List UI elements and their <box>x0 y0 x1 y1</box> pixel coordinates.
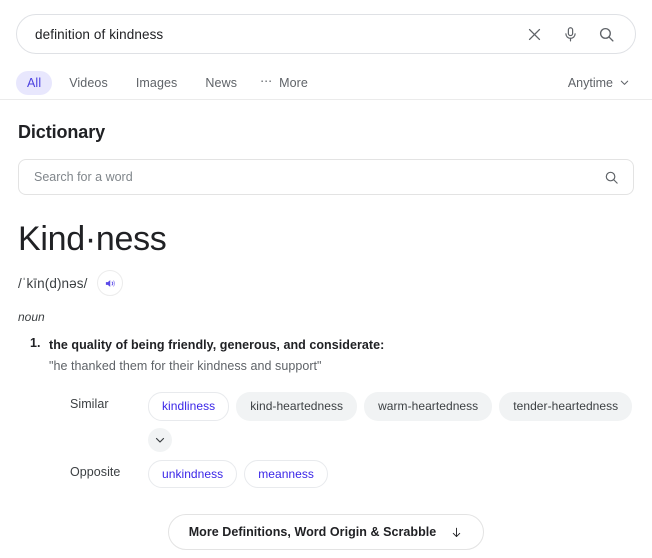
microphone-icon[interactable] <box>557 21 583 47</box>
tab-list: All Videos Images News ⋯ More <box>16 70 568 95</box>
word-search-input[interactable] <box>32 169 601 185</box>
definition-body: the quality of being friendly, generous,… <box>49 336 634 376</box>
similar-label: Similar <box>70 396 109 411</box>
more-definitions-wrap: More Definitions, Word Origin & Scrabble <box>18 514 634 551</box>
dictionary-panel: Dictionary Kind·ness /ˈkīn(d)nəs/ noun 1… <box>0 122 652 551</box>
opposite-label: Opposite <box>70 464 121 479</box>
ellipsis-icon: ⋯ <box>260 73 274 88</box>
chip-kind-heartedness[interactable]: kind-heartedness <box>236 391 358 421</box>
search-icon[interactable] <box>601 167 621 187</box>
pronunciation-text: /ˈkīn(d)nəs/ <box>18 275 88 291</box>
chip-tender-heartedness[interactable]: tender-heartedness <box>499 391 633 421</box>
definition-example: "he thanked them for their kindness and … <box>49 358 322 373</box>
chip-meanness[interactable]: meanness <box>244 459 328 489</box>
chevron-down-icon <box>620 80 629 85</box>
more-definitions-button[interactable]: More Definitions, Word Origin & Scrabble <box>167 514 485 551</box>
tab-images[interactable]: Images <box>125 71 189 95</box>
top-search-bar: definition of kindness <box>0 0 652 54</box>
similar-row: Similar kindliness kind-heartedness warm… <box>18 391 634 452</box>
tabs-bar: All Videos Images News ⋯ More Anytime <box>0 54 652 100</box>
similar-chip-list: kindliness kind-heartedness warm-hearted… <box>148 391 634 452</box>
expand-synonyms-button[interactable] <box>148 427 172 452</box>
pronunciation-row: /ˈkīn(d)nəs/ <box>18 270 634 297</box>
time-filter-dropdown[interactable]: Anytime <box>568 76 636 90</box>
tab-more[interactable]: ⋯ More <box>254 71 319 95</box>
opposite-chip-list: unkindness meanness <box>148 459 634 489</box>
chip-kindliness[interactable]: kindliness <box>148 391 230 421</box>
tab-videos[interactable]: Videos <box>58 71 119 95</box>
tab-all[interactable]: All <box>16 70 53 95</box>
chevron-down-icon <box>155 437 165 443</box>
speaker-icon[interactable] <box>97 270 124 297</box>
definition-number: 1. <box>30 336 41 351</box>
part-of-speech: noun <box>18 310 45 325</box>
search-icon[interactable] <box>593 21 619 47</box>
tab-news[interactable]: News <box>194 71 248 95</box>
chip-warm-heartedness[interactable]: warm-heartedness <box>364 391 493 421</box>
opposite-row: Opposite unkindness meanness <box>18 459 634 489</box>
time-filter-label: Anytime <box>567 75 613 90</box>
word-search-box[interactable] <box>18 159 634 195</box>
more-definitions-label: More Definitions, Word Origin & Scrabble <box>188 525 437 540</box>
headword: Kind·ness <box>18 220 167 258</box>
search-query-text[interactable]: definition of kindness <box>35 27 511 42</box>
page-title: Dictionary <box>18 122 106 142</box>
chip-unkindness[interactable]: unkindness <box>148 459 238 489</box>
arrow-down-icon <box>453 527 461 538</box>
definition-item: 1. the quality of being friendly, genero… <box>18 336 634 376</box>
tab-more-label: More <box>279 75 308 90</box>
definition-text: the quality of being friendly, generous,… <box>49 338 385 353</box>
search-box[interactable]: definition of kindness <box>16 14 636 54</box>
close-icon[interactable] <box>521 21 547 47</box>
